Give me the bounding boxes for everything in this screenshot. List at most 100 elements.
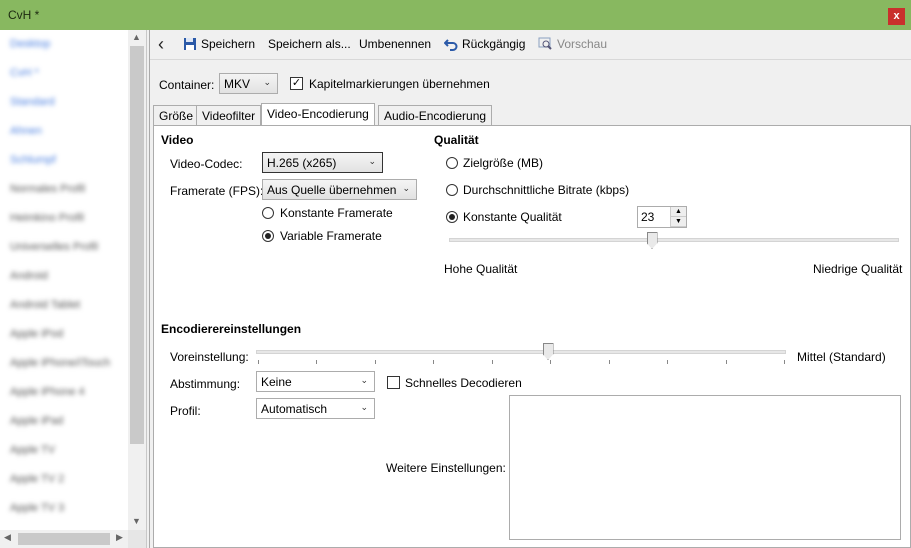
- chevron-down-icon: ⌄: [263, 77, 271, 87]
- framerate-label: Framerate (FPS):: [170, 184, 264, 198]
- sidebar-preset-item[interactable]: Apple TV 2: [10, 473, 64, 493]
- fast-decode-checkbox[interactable]: [387, 376, 400, 389]
- sidebar-hscroll-thumb[interactable]: [18, 533, 110, 545]
- sidebar-preset-item[interactable]: Desktop: [10, 38, 50, 58]
- avg-bitrate-label: Durchschnittliche Bitrate (kbps): [463, 183, 630, 197]
- video-codec-value: H.265 (x265): [267, 155, 337, 170]
- sidebar-preset-item[interactable]: Apple iPad: [10, 415, 63, 435]
- preset-sidebar: Desktop CvH * Standard Ahnen Schlumpf Normale…: [0, 30, 147, 548]
- window-title: CvH *: [8, 8, 40, 22]
- tab-video-encoding[interactable]: Video-Encodierung: [261, 103, 375, 126]
- sidebar-preset-item[interactable]: CvH *: [10, 67, 39, 87]
- profile-label: Profil:: [170, 404, 201, 418]
- spinner-buttons[interactable]: ▲ ▼: [670, 207, 686, 227]
- high-quality-label: Hohe Qualität: [444, 262, 518, 276]
- variable-framerate-label: Variable Framerate: [280, 229, 382, 243]
- more-settings-textarea[interactable]: [509, 395, 901, 540]
- sidebar-preset-item[interactable]: Apple TV 3: [10, 502, 64, 522]
- preview-button[interactable]: Vorschau: [538, 37, 607, 51]
- chevron-down-icon: ⌄: [360, 402, 368, 412]
- sidebar-preset-item[interactable]: Apple iPod: [10, 328, 63, 348]
- slider-tick: [608, 360, 610, 364]
- magnifier-icon: [538, 37, 552, 50]
- preset-slider-track[interactable]: [256, 350, 786, 354]
- chapter-markers-label: Kapitelmarkierungen übernehmen: [309, 77, 490, 91]
- variable-framerate-radio[interactable]: [262, 230, 274, 242]
- sidebar-preset-item[interactable]: Android Tablet: [10, 299, 80, 319]
- target-size-radio[interactable]: [446, 157, 458, 169]
- quality-value: 23: [641, 210, 655, 224]
- spin-up-icon[interactable]: ▲: [671, 207, 686, 217]
- close-button[interactable]: x: [888, 8, 905, 25]
- preset-label: Voreinstellung:: [170, 350, 249, 364]
- constant-quality-radio[interactable]: [446, 211, 458, 223]
- tab-size[interactable]: Größe: [153, 105, 200, 126]
- quality-heading: Qualität: [434, 133, 479, 147]
- quality-slider-thumb[interactable]: [646, 232, 658, 249]
- undo-arrow-icon: [444, 39, 458, 51]
- container-label: Container:: [159, 78, 215, 92]
- scroll-up-icon[interactable]: ▲: [132, 32, 141, 42]
- constant-framerate-radio[interactable]: [262, 207, 274, 219]
- toolbar: ‹ Speichern Speichern als... Umbenennen …: [150, 30, 911, 60]
- tune-select[interactable]: Keine ⌄: [256, 371, 375, 392]
- chapter-markers-checkbox[interactable]: ✓: [290, 77, 303, 90]
- sidebar-horizontal-scrollbar[interactable]: ◀ ▶: [0, 530, 128, 548]
- slider-tick: [667, 360, 669, 364]
- slider-tick: [784, 360, 785, 364]
- sidebar-preset-item[interactable]: Schlumpf: [10, 154, 56, 174]
- scroll-left-icon[interactable]: ◀: [4, 532, 11, 543]
- constant-framerate-label: Konstante Framerate: [280, 206, 393, 220]
- chevron-left-icon[interactable]: ‹: [158, 34, 164, 55]
- tab-audio-encoding[interactable]: Audio-Encodierung: [378, 105, 493, 126]
- sidebar-preset-item[interactable]: Apple iPhone 4: [10, 386, 85, 406]
- scroll-down-icon[interactable]: ▼: [132, 516, 141, 526]
- spin-down-icon[interactable]: ▼: [671, 217, 686, 227]
- sidebar-preset-item[interactable]: Normales Profil: [10, 183, 85, 203]
- slider-tick: [374, 360, 376, 364]
- sidebar-scroll-thumb[interactable]: [130, 46, 144, 444]
- scroll-right-icon[interactable]: ▶: [116, 532, 123, 543]
- tune-label: Abstimmung:: [170, 377, 241, 391]
- scroll-corner: [128, 530, 146, 548]
- undo-label: Rückgängig: [462, 37, 526, 51]
- framerate-select[interactable]: Aus Quelle übernehmen ⌄: [262, 179, 417, 200]
- tune-value: Keine: [261, 374, 292, 389]
- slider-tick: [258, 360, 259, 364]
- chevron-down-icon: ⌄: [360, 375, 368, 385]
- title-bar: CvH * x: [0, 0, 911, 30]
- sidebar-preset-item[interactable]: Apple iPhone/iTouch: [10, 357, 110, 377]
- chevron-down-icon: ⌄: [402, 183, 410, 193]
- profile-value: Automatisch: [261, 401, 328, 416]
- video-codec-select[interactable]: H.265 (x265) ⌄: [262, 152, 383, 173]
- save-as-button[interactable]: Speichern als...: [268, 37, 351, 51]
- preset-slider-thumb[interactable]: [542, 343, 554, 360]
- sidebar-preset-item[interactable]: Ahnen: [10, 125, 42, 145]
- slider-tick: [491, 360, 493, 364]
- container-value: MKV: [224, 76, 251, 91]
- more-settings-label: Weitere Einstellungen:: [386, 461, 506, 475]
- video-codec-label: Video-Codec:: [170, 157, 243, 171]
- undo-button[interactable]: Rückgängig: [444, 37, 525, 51]
- chevron-down-icon: ⌄: [368, 156, 376, 166]
- container-select[interactable]: MKV ⌄: [219, 73, 278, 94]
- fast-decode-label: Schnelles Decodieren: [405, 376, 522, 390]
- main-area: ‹ Speichern Speichern als... Umbenennen …: [149, 30, 911, 548]
- avg-bitrate-radio[interactable]: [446, 184, 458, 196]
- floppy-disk-icon: [184, 38, 196, 50]
- rename-button[interactable]: Umbenennen: [359, 37, 431, 51]
- constant-quality-label: Konstante Qualität: [463, 210, 562, 224]
- quality-spinner[interactable]: 23 ▲ ▼: [637, 206, 687, 228]
- sidebar-preset-item[interactable]: Universelles Profil: [10, 241, 98, 261]
- sidebar-preset-item[interactable]: Apple TV: [10, 444, 55, 464]
- profile-select[interactable]: Automatisch ⌄: [256, 398, 375, 419]
- sidebar-preset-item[interactable]: Heimkino Profil: [10, 212, 84, 232]
- preset-value: Mittel (Standard): [797, 350, 886, 364]
- slider-tick: [725, 360, 727, 364]
- save-button[interactable]: Speichern: [183, 37, 255, 51]
- sidebar-preset-item[interactable]: Standard: [10, 96, 55, 116]
- tab-video-filter[interactable]: Videofilter: [196, 105, 262, 126]
- sidebar-preset-item[interactable]: Android: [10, 270, 48, 290]
- quality-slider-track[interactable]: [449, 238, 899, 242]
- sidebar-vertical-scrollbar[interactable]: ▲ ▼: [128, 30, 146, 530]
